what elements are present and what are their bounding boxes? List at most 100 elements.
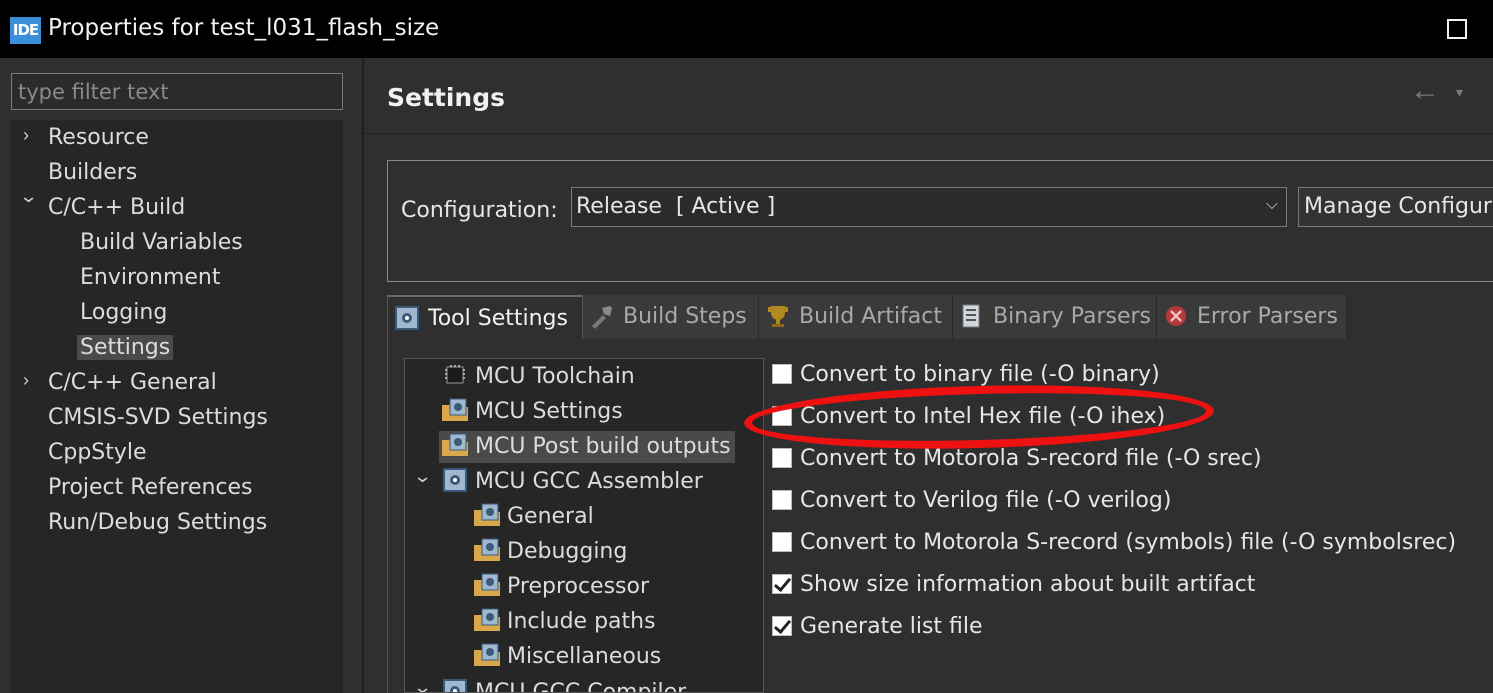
folder-settings-icon <box>442 398 468 421</box>
tab-label: Tool Settings <box>428 306 568 331</box>
nav-item-label: Settings <box>77 335 174 360</box>
nav-item-label: Run/Debug Settings <box>48 510 268 535</box>
nav-item-builders[interactable]: Builders <box>48 157 137 189</box>
configuration-value: Release [ Active ] <box>576 194 776 219</box>
page-title: Settings <box>387 83 506 112</box>
folder-settings-icon <box>474 503 500 526</box>
nav-item-cpp-build[interactable]: C/C++ Build <box>48 192 185 224</box>
tab-build-artifact[interactable]: Build Artifact <box>759 295 953 339</box>
option-label: Generate list file <box>800 614 983 639</box>
option-convert-intel-hex[interactable]: Convert to Intel Hex file (-O ihex) <box>772 400 1165 434</box>
tree-item-mcu-toolchain[interactable]: MCU Toolchain <box>441 361 635 393</box>
tool-settings-tree: MCU Toolchain MCU Settings MCU Post buil… <box>404 358 764 693</box>
tree-item-mcu-post-build-outputs[interactable]: MCU Post build outputs <box>439 431 735 463</box>
option-convert-symbolsrec[interactable]: Convert to Motorola S-record (symbols) f… <box>772 526 1456 560</box>
tab-label: Build Steps <box>623 304 747 329</box>
nav-item-label: CMSIS-SVD Settings <box>48 405 268 430</box>
tree-item-mcu-settings[interactable]: MCU Settings <box>441 396 623 428</box>
nav-item-environment[interactable]: Environment <box>80 262 220 294</box>
folder-settings-icon <box>474 643 500 666</box>
checkbox-checked[interactable] <box>772 616 792 636</box>
checkbox-checked[interactable] <box>772 574 792 594</box>
nav-item-cmsis-svd-settings[interactable]: CMSIS-SVD Settings <box>48 402 268 434</box>
settings-tabs: Tool Settings Build Steps Build Artifact… <box>387 295 1493 339</box>
tab-binary-parsers[interactable]: Binary Parsers <box>953 295 1157 339</box>
tool-settings-icon <box>443 468 467 492</box>
configuration-label: Configuration: <box>401 198 558 223</box>
tab-label: Binary Parsers <box>993 304 1151 329</box>
tree-item-mcu-gcc-compiler[interactable]: MCU GCC Compiler <box>441 677 686 692</box>
tree-item-debugging[interactable]: Debugging <box>473 536 627 568</box>
tree-item-label: Preprocessor <box>507 574 650 599</box>
tree-item-general[interactable]: General <box>473 501 594 533</box>
option-generate-list-file[interactable]: Generate list file <box>772 610 983 644</box>
tree-item-label: MCU Settings <box>475 399 623 424</box>
tree-item-include-paths[interactable]: Include paths <box>473 606 656 638</box>
nav-item-label: Project References <box>48 475 253 500</box>
option-label: Convert to Motorola S-record file (-O sr… <box>800 446 1262 471</box>
nav-item-settings[interactable]: Settings <box>77 332 174 364</box>
checkbox[interactable] <box>772 364 792 384</box>
nav-item-label: Builders <box>48 160 138 185</box>
title-bar: IDE Properties for test_l031_flash_size <box>0 0 1493 58</box>
nav-item-label: Logging <box>80 300 168 325</box>
maximize-button[interactable] <box>1447 19 1467 39</box>
ide-app-icon: IDE <box>10 17 41 44</box>
tree-item-mcu-gcc-assembler[interactable]: MCU GCC Assembler <box>441 466 703 498</box>
chevron-down-icon[interactable]: ⌄ <box>413 466 433 487</box>
chevron-down-icon: ⌵ <box>1265 196 1278 213</box>
left-panel: › Resource Builders ⌄ C/C++ Build Build … <box>0 58 362 693</box>
tree-item-miscellaneous[interactable]: Miscellaneous <box>473 641 661 673</box>
chevron-down-icon[interactable]: ⌄ <box>19 186 39 207</box>
chevron-down-icon[interactable]: ⌄ <box>413 677 433 692</box>
nav-item-cppstyle[interactable]: CppStyle <box>48 437 147 469</box>
nav-item-build-variables[interactable]: Build Variables <box>80 227 243 259</box>
option-convert-srec[interactable]: Convert to Motorola S-record file (-O sr… <box>772 442 1262 476</box>
nav-item-logging[interactable]: Logging <box>80 297 167 329</box>
tool-settings-icon <box>395 306 419 330</box>
nav-item-label: CppStyle <box>48 440 147 465</box>
history-dropdown-icon[interactable]: ▾ <box>1456 84 1463 101</box>
nav-item-run-debug-settings[interactable]: Run/Debug Settings <box>48 507 267 539</box>
tab-error-parsers[interactable]: Error Parsers <box>1157 295 1347 339</box>
option-label: Show size information about built artifa… <box>800 572 1256 597</box>
tree-item-preprocessor[interactable]: Preprocessor <box>473 571 649 603</box>
settings-page: Settings ← ▾ Configuration: Release [ Ac… <box>364 58 1493 693</box>
back-arrow-icon[interactable]: ← <box>1410 74 1440 108</box>
nav-item-project-references[interactable]: Project References <box>48 472 253 504</box>
option-label: Convert to Verilog file (-O verilog) <box>800 488 1172 513</box>
property-nav-tree: › Resource Builders ⌄ C/C++ Build Build … <box>11 120 343 693</box>
window-title: Properties for test_l031_flash_size <box>48 15 440 41</box>
filter-input[interactable] <box>11 73 343 110</box>
option-label: Convert to binary file (-O binary) <box>800 362 1160 387</box>
chevron-right-icon[interactable]: › <box>23 370 29 391</box>
build-steps-icon <box>592 306 612 329</box>
chip-icon <box>445 365 465 384</box>
tab-tool-settings[interactable]: Tool Settings <box>387 295 583 339</box>
manage-configurations-button[interactable]: Manage Configura <box>1298 187 1493 227</box>
tree-item-label: Include paths <box>507 609 656 634</box>
tab-label: Error Parsers <box>1197 304 1338 329</box>
checkbox[interactable] <box>772 532 792 552</box>
checkbox[interactable] <box>772 448 792 468</box>
tree-item-label: Debugging <box>507 539 628 564</box>
option-convert-binary[interactable]: Convert to binary file (-O binary) <box>772 358 1160 392</box>
option-label: Convert to Intel Hex file (-O ihex) <box>800 404 1166 429</box>
nav-item-label: C/C++ General <box>48 370 217 395</box>
nav-item-label: C/C++ Build <box>48 195 186 220</box>
folder-settings-icon <box>474 573 500 596</box>
configuration-select[interactable]: Release [ Active ] ⌵ <box>571 187 1287 227</box>
tree-item-label: MCU Post build outputs <box>475 434 731 459</box>
configuration-group: Configuration: Release [ Active ] ⌵ Mana… <box>387 160 1493 282</box>
folder-settings-icon <box>442 433 468 456</box>
tree-item-label: Miscellaneous <box>507 644 662 669</box>
nav-item-resource[interactable]: Resource <box>48 122 149 154</box>
checkbox[interactable] <box>772 406 792 426</box>
nav-item-cpp-general[interactable]: C/C++ General <box>48 367 217 399</box>
checkbox[interactable] <box>772 490 792 510</box>
option-convert-verilog[interactable]: Convert to Verilog file (-O verilog) <box>772 484 1171 518</box>
option-show-size-info[interactable]: Show size information about built artifa… <box>772 568 1255 602</box>
option-label: Convert to Motorola S-record (symbols) f… <box>800 530 1457 555</box>
chevron-right-icon[interactable]: › <box>23 125 29 146</box>
tab-build-steps[interactable]: Build Steps <box>583 295 759 339</box>
